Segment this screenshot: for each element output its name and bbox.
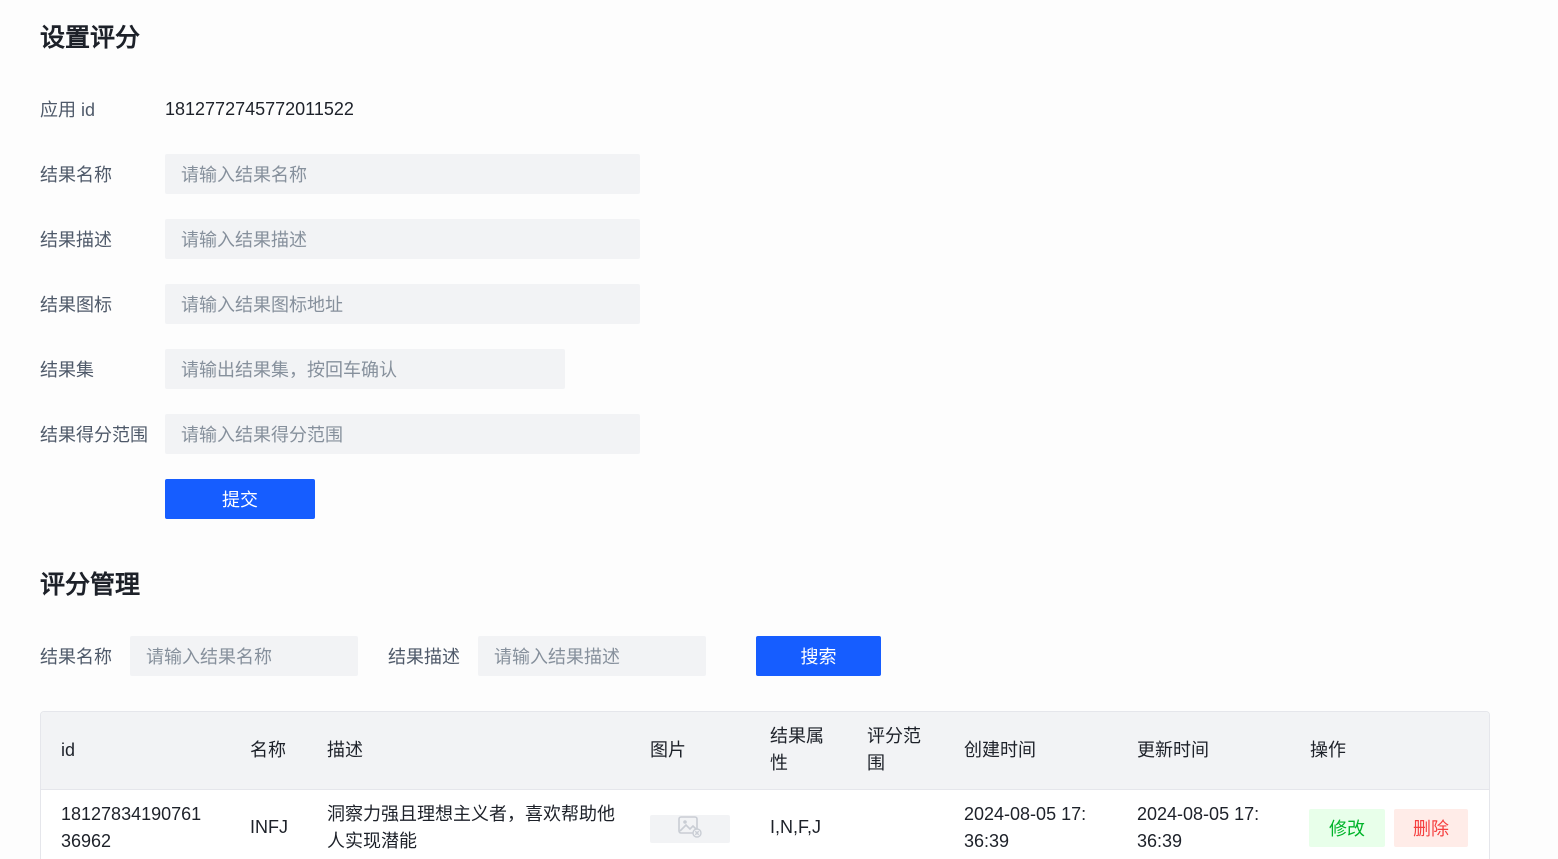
cell-desc-1: 洞察力强且理想主义者，喜欢帮助他 (327, 804, 615, 824)
results-table: id 名称 描述 图片 结果属 性 评分范 围 创建时间 更新时间 操作 181… (40, 711, 1490, 859)
search-name-input[interactable]: 请输入结果名称 (130, 636, 358, 676)
result-name-input[interactable]: 请输入结果名称 (165, 154, 640, 194)
result-desc-label: 结果描述 (40, 230, 112, 250)
result-range-row: 结果得分范围 请输入结果得分范围 (40, 414, 640, 454)
search-name-label: 结果名称 (40, 647, 112, 667)
header-ops: 操作 (1310, 740, 1346, 760)
app-id-row: 应用 id 1812772745772011522 (40, 89, 354, 129)
manage-title: 评分管理 (40, 571, 141, 599)
page: 设置评分 应用 id 1812772745772011522 结果名称 请输入结… (0, 0, 1558, 859)
header-updated: 更新时间 (1137, 740, 1209, 760)
result-name-label: 结果名称 (40, 165, 112, 185)
app-id-value: 1812772745772011522 (165, 98, 354, 119)
result-icon-label: 结果图标 (40, 295, 112, 315)
cell-name: INFJ (250, 817, 288, 837)
settings-title: 设置评分 (40, 24, 141, 52)
header-props-1: 结果属 (770, 726, 824, 746)
app-id-label: 应用 id (40, 100, 96, 120)
submit-row: 提交 (40, 479, 315, 519)
cell-created-1: 2024-08-05 17: (964, 804, 1087, 824)
header-range-1: 评分范 (867, 726, 921, 746)
header-desc: 描述 (327, 740, 363, 760)
search-desc-input[interactable]: 请输入结果描述 (478, 636, 706, 676)
header-range-2: 围 (867, 753, 885, 773)
broken-image-icon (678, 815, 702, 843)
delete-button[interactable]: 删除 (1394, 809, 1468, 847)
result-icon-input[interactable]: 请输入结果图标地址 (165, 284, 640, 324)
cell-updated-2: 36:39 (1137, 831, 1183, 851)
header-props-2: 性 (770, 753, 788, 773)
result-icon-row: 结果图标 请输入结果图标地址 (40, 284, 640, 324)
cell-created-2: 36:39 (964, 831, 1010, 851)
cell-desc-2: 人实现潜能 (327, 831, 417, 851)
result-set-row: 结果集 请输出结果集，按回车确认 (40, 349, 565, 389)
search-bar: 结果名称 请输入结果名称 结果描述 请输入结果描述 搜索 (40, 636, 881, 676)
cell-image (650, 815, 730, 843)
header-image: 图片 (650, 740, 686, 760)
cell-id-1: 18127834190761 (61, 804, 202, 824)
result-desc-input[interactable]: 请输入结果描述 (165, 219, 640, 259)
result-range-input[interactable]: 请输入结果得分范围 (165, 414, 640, 454)
header-created: 创建时间 (964, 740, 1036, 760)
table-header: id 名称 描述 图片 结果属 性 评分范 围 创建时间 更新时间 操作 (41, 712, 1489, 790)
result-desc-row: 结果描述 请输入结果描述 (40, 219, 640, 259)
result-name-row: 结果名称 请输入结果名称 (40, 154, 640, 194)
edit-button[interactable]: 修改 (1309, 809, 1385, 847)
cell-id-2: 36962 (61, 831, 112, 851)
result-set-input[interactable]: 请输出结果集，按回车确认 (165, 349, 565, 389)
result-range-label: 结果得分范围 (40, 425, 148, 445)
search-desc-label: 结果描述 (388, 647, 460, 667)
search-button[interactable]: 搜索 (756, 636, 881, 676)
header-id: id (61, 740, 76, 760)
submit-button[interactable]: 提交 (165, 479, 315, 519)
cell-updated-1: 2024-08-05 17: (1137, 804, 1260, 824)
cell-props: I,N,F,J (770, 817, 822, 837)
result-set-label: 结果集 (40, 360, 94, 380)
table-row: 18127834190761 36962 INFJ 洞察力强且理想主义者，喜欢帮… (41, 790, 1489, 859)
header-name: 名称 (250, 740, 286, 760)
